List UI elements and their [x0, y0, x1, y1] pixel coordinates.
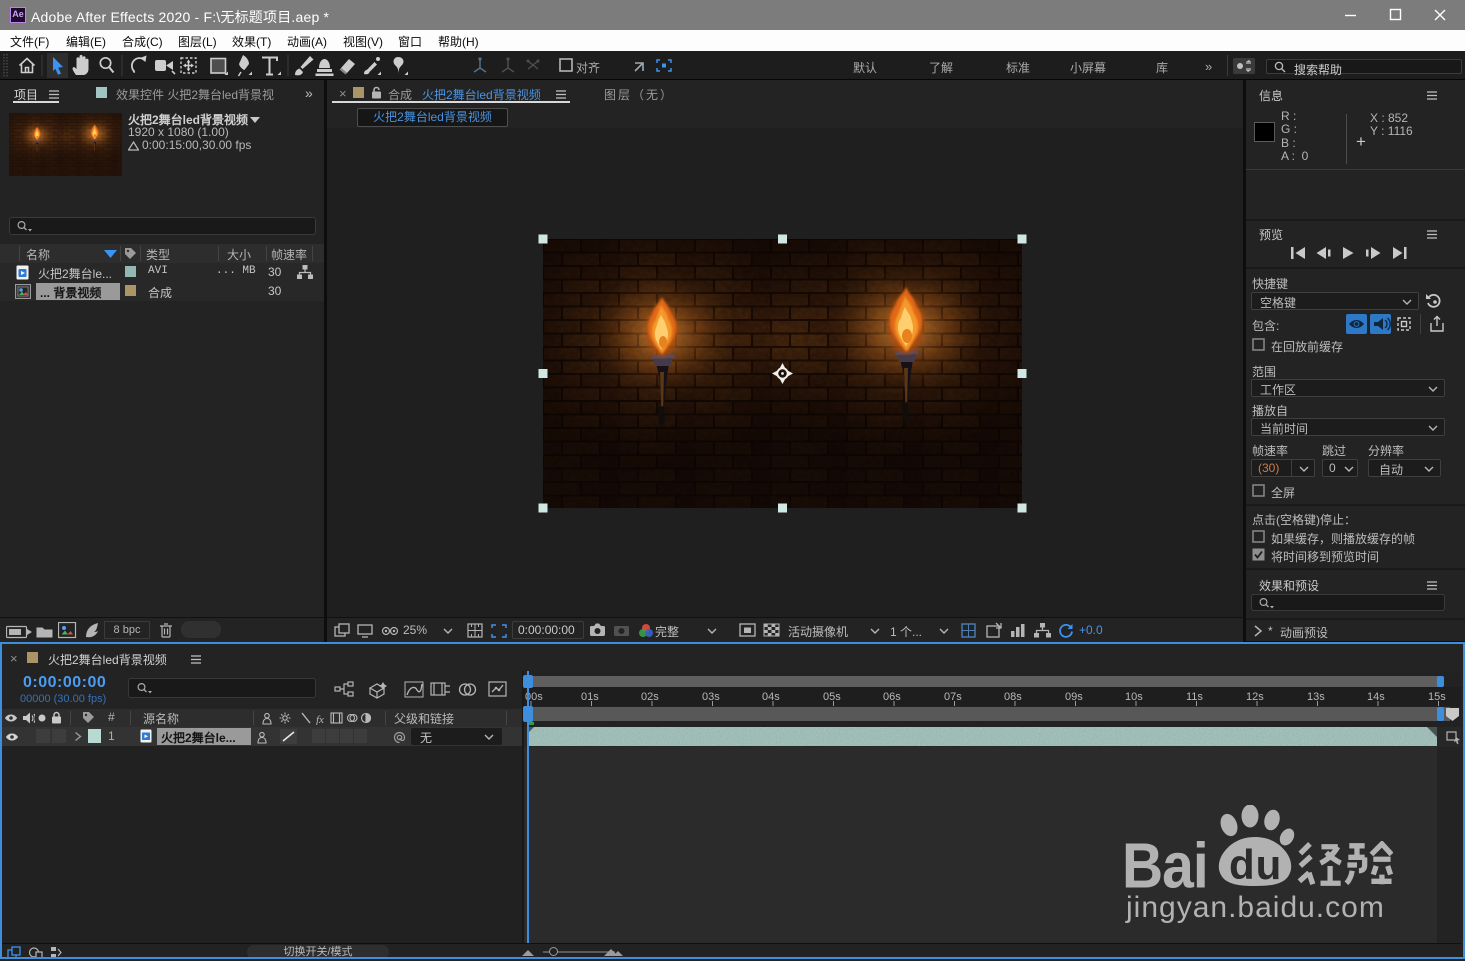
svg-text:09s: 09s — [1065, 691, 1083, 703]
svg-text:du: du — [1229, 841, 1282, 888]
svg-text:02s: 02s — [641, 691, 659, 703]
svg-text:01s: 01s — [581, 691, 599, 703]
svg-text:14s: 14s — [1367, 691, 1385, 703]
svg-text:13s: 13s — [1307, 691, 1325, 703]
svg-text:07s: 07s — [944, 691, 962, 703]
svg-text:08s: 08s — [1004, 691, 1022, 703]
svg-text:12s: 12s — [1246, 691, 1264, 703]
svg-text:04s: 04s — [762, 691, 780, 703]
svg-text:15s: 15s — [1428, 691, 1446, 703]
svg-text:11s: 11s — [1186, 691, 1203, 703]
svg-text:06s: 06s — [883, 691, 901, 703]
svg-text:05s: 05s — [823, 691, 841, 703]
svg-text:fx: fx — [316, 714, 324, 725]
svg-text:10s: 10s — [1125, 691, 1143, 703]
svg-text:03s: 03s — [702, 691, 720, 703]
